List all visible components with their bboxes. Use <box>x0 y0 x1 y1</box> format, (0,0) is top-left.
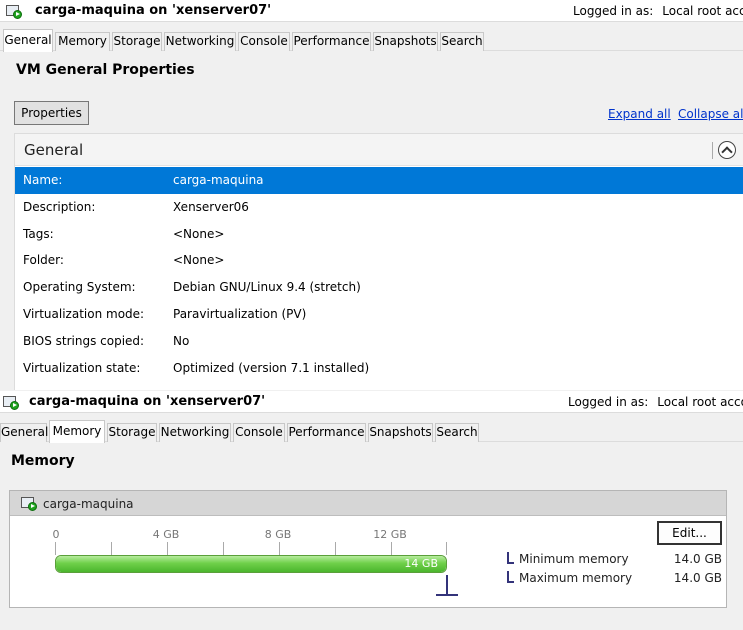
tab-storage[interactable]: Storage <box>112 32 162 51</box>
tab-search[interactable]: Search <box>435 423 479 442</box>
property-value: <None> <box>173 227 225 241</box>
property-row-folder[interactable]: Folder: <None> <box>15 247 743 274</box>
scale-tick <box>223 542 224 555</box>
scale-tick <box>111 542 112 555</box>
tab-networking[interactable]: Networking <box>159 423 231 442</box>
property-value: <None> <box>173 253 225 267</box>
property-label: Operating System: <box>23 280 136 294</box>
properties-button[interactable]: Properties <box>14 101 89 125</box>
vm-running-icon <box>21 496 37 511</box>
property-label: Virtualization mode: <box>23 307 145 321</box>
property-label: Description: <box>23 200 96 214</box>
maximum-memory-value: 14.0 GB <box>673 571 722 585</box>
property-row-virtualization-state[interactable]: Virtualization state: Optimized (version… <box>15 355 743 382</box>
login-label: Logged in as: <box>573 4 654 18</box>
memory-marker-handle <box>446 575 448 596</box>
tab-networking[interactable]: Networking <box>164 32 236 51</box>
vm-running-icon <box>3 395 19 410</box>
section-header[interactable]: General <box>15 134 743 166</box>
property-label: Folder: <box>23 253 64 267</box>
property-label: Tags: <box>23 227 54 241</box>
title-bar: carga-maquina on 'xenserver07' Logged in… <box>0 0 743 22</box>
scale-tick <box>391 542 392 555</box>
minimum-memory-label: Minimum memory <box>519 552 629 566</box>
tab-general[interactable]: General <box>3 29 53 52</box>
tab-performance[interactable]: Performance <box>287 423 366 442</box>
login-label: Logged in as: <box>568 395 649 409</box>
tab-console[interactable]: Console <box>238 32 290 51</box>
property-row-description[interactable]: Description: Xenserver06 <box>15 194 743 221</box>
memory-usage-bar: 14 GB <box>55 555 447 573</box>
window-title: carga-maquina on 'xenserver07' <box>35 3 272 18</box>
page-title: Memory <box>11 453 75 469</box>
memory-usage-fill <box>56 556 446 572</box>
tab-strip: General Memory Storage Networking Consol… <box>0 29 743 52</box>
tab-strip: General Memory Storage Networking Consol… <box>0 420 743 443</box>
property-value: carga-maquina <box>173 173 264 187</box>
tab-memory[interactable]: Memory <box>55 32 110 51</box>
property-row-tags[interactable]: Tags: <None> <box>15 221 743 248</box>
login-info: Logged in as: Local root account <box>568 395 743 409</box>
scale-label-8gb: 8 GB <box>264 528 292 541</box>
memory-tab-page: carga-maquina on 'xenserver07' Logged in… <box>0 391 743 630</box>
property-row-operating-system[interactable]: Operating System: Debian GNU/Linux 9.4 (… <box>15 274 743 301</box>
scale-tick <box>446 542 447 555</box>
chevron-up-circle-icon[interactable] <box>718 141 736 159</box>
scale-tick <box>335 542 336 555</box>
property-row-name[interactable]: Name: carga-maquina <box>15 167 743 194</box>
scale-tick <box>167 542 168 555</box>
tab-snapshots[interactable]: Snapshots <box>368 423 433 442</box>
property-label: Virtualization state: <box>23 361 141 375</box>
page-title: VM General Properties <box>16 62 195 78</box>
scale-tick <box>279 542 280 555</box>
collapse-all-link[interactable]: Collapse all <box>678 107 743 121</box>
maximum-memory-label: Maximum memory <box>519 571 633 585</box>
general-tab-page: carga-maquina on 'xenserver07' Logged in… <box>0 0 743 390</box>
section-title: General <box>24 141 84 159</box>
login-user: Local root account <box>657 395 743 409</box>
login-info: Logged in as: Local root account <box>573 4 743 18</box>
edit-memory-button[interactable]: Edit... <box>657 521 722 545</box>
header-divider <box>712 142 713 159</box>
vm-running-icon <box>6 4 22 19</box>
memory-panel-header: carga-maquina <box>10 491 726 516</box>
memory-bar-label: 14 GB <box>404 557 438 570</box>
login-user: Local root account <box>662 4 743 18</box>
bracket-marker-icon <box>507 552 514 564</box>
property-value: Xenserver06 <box>173 200 249 214</box>
property-row-virtualization-mode[interactable]: Virtualization mode: Paravirtualization … <box>15 301 743 328</box>
window-title: carga-maquina on 'xenserver07' <box>29 394 266 409</box>
memory-panel: carga-maquina 0 4 GB 8 GB 12 GB 14 GB Ed… <box>9 490 727 608</box>
expand-all-link[interactable]: Expand all <box>608 107 671 121</box>
tab-general[interactable]: General <box>0 423 48 442</box>
property-value: No <box>173 334 190 348</box>
tab-search[interactable]: Search <box>440 32 484 51</box>
property-value: Optimized (version 7.1 installed) <box>173 361 370 375</box>
tab-memory[interactable]: Memory <box>49 420 105 443</box>
scale-tick <box>55 542 56 555</box>
title-bar: carga-maquina on 'xenserver07' Logged in… <box>0 391 743 413</box>
property-label: Name: <box>23 173 63 187</box>
property-value: Paravirtualization (PV) <box>173 307 307 321</box>
general-section: General Name: carga-maquina Description:… <box>14 133 743 390</box>
scale-label-12gb: 12 GB <box>373 528 407 541</box>
tab-snapshots[interactable]: Snapshots <box>373 32 438 51</box>
memory-marker-base <box>436 594 458 596</box>
bracket-marker-icon <box>507 571 514 583</box>
tab-console[interactable]: Console <box>233 423 285 442</box>
tab-performance[interactable]: Performance <box>292 32 371 51</box>
vm-name: carga-maquina <box>43 497 134 511</box>
property-row-bios-strings[interactable]: BIOS strings copied: No <box>15 328 743 355</box>
scale-label-4gb: 4 GB <box>152 528 180 541</box>
property-label: BIOS strings copied: <box>23 334 145 348</box>
scale-label-0: 0 <box>52 528 60 541</box>
minimum-memory-value: 14.0 GB <box>673 552 722 566</box>
property-value: Debian GNU/Linux 9.4 (stretch) <box>173 280 361 294</box>
tab-storage[interactable]: Storage <box>107 423 157 442</box>
